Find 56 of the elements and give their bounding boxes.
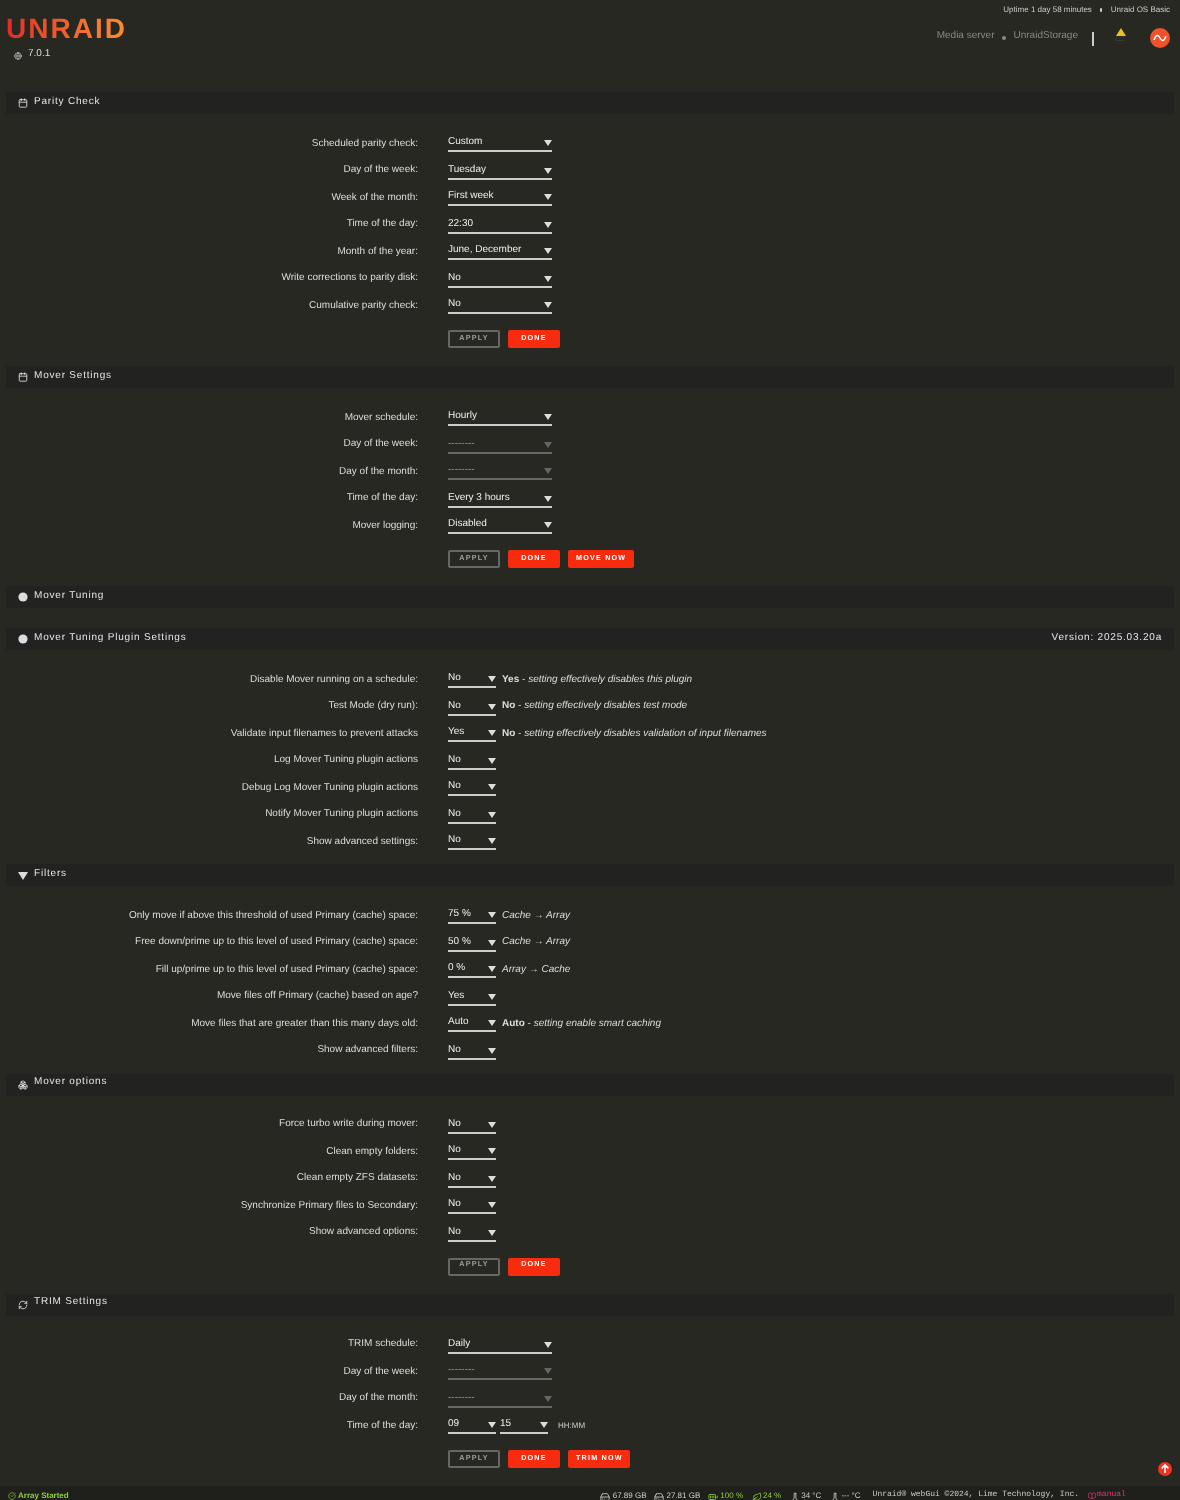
caret-icon <box>488 1121 496 1128</box>
caret-icon <box>544 194 552 201</box>
refresh-icon <box>18 1299 28 1309</box>
caret-icon <box>544 468 552 475</box>
caret-icon <box>544 221 552 228</box>
warning-icon <box>1116 28 1126 36</box>
caret-icon <box>488 939 496 946</box>
caret-icon <box>544 140 552 147</box>
caret-icon <box>488 676 496 683</box>
caret-icon <box>488 757 496 764</box>
caret-icon <box>544 275 552 282</box>
caret-icon <box>544 302 552 309</box>
caret-icon <box>488 811 496 818</box>
caret-icon <box>488 1229 496 1236</box>
scroll-top-icon[interactable] <box>1158 1462 1172 1476</box>
calendar-icon <box>18 372 28 382</box>
manual-icon <box>1087 1492 1096 1500</box>
boxes-icon <box>18 1079 28 1089</box>
caret-icon <box>544 167 552 174</box>
calendar-icon <box>18 98 28 108</box>
unraid-logo[interactable]: UNRAID <box>6 14 127 42</box>
caret-icon <box>488 1047 496 1054</box>
dot-icon <box>18 634 28 644</box>
caret-icon <box>544 248 552 255</box>
avatar-icon[interactable] <box>1150 28 1170 48</box>
caret-icon <box>488 838 496 845</box>
dot-icon <box>18 592 28 602</box>
caret-icon <box>488 966 496 973</box>
caret-icon <box>488 784 496 791</box>
thermometer-icon <box>789 1491 800 1500</box>
caret-icon <box>540 1422 548 1429</box>
caret-icon <box>544 1341 552 1348</box>
caret-icon <box>488 1148 496 1155</box>
caret-icon <box>488 1175 496 1182</box>
caret-icon <box>488 730 496 737</box>
bell-icon[interactable] <box>1114 32 1126 44</box>
caret-icon <box>544 441 552 448</box>
caret-icon <box>544 414 552 421</box>
thermometer-icon <box>829 1491 840 1500</box>
caret-icon <box>488 912 496 919</box>
caret-icon <box>544 495 552 502</box>
globe-icon <box>14 51 22 60</box>
drive-icon <box>654 1491 665 1500</box>
battery-icon <box>708 1491 719 1500</box>
caret-icon <box>488 1422 496 1429</box>
caret-icon <box>488 1020 496 1027</box>
leaf-icon <box>751 1491 761 1500</box>
drive-icon <box>600 1491 611 1500</box>
caret-icon <box>488 703 496 710</box>
caret-icon <box>18 871 28 879</box>
caret-icon <box>488 1202 496 1209</box>
caret-icon <box>544 1368 552 1375</box>
caret-icon <box>544 522 552 529</box>
caret-icon <box>544 1395 552 1402</box>
check-icon <box>8 1492 16 1500</box>
caret-icon <box>488 993 496 1000</box>
